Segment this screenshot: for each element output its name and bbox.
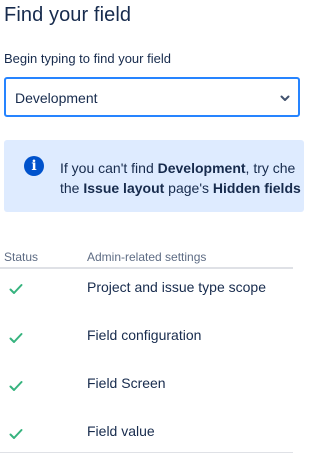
page-title: Find your field: [4, 4, 132, 26]
check-icon: [9, 333, 23, 343]
table-row: Field configuration: [0, 318, 293, 366]
table-header: Status Admin-related settings: [0, 248, 293, 269]
header-admin-settings: Admin-related settings: [87, 250, 207, 264]
banner-line-1: If you can't find Development, try che: [60, 160, 296, 176]
table-row: Field Screen: [0, 366, 293, 414]
check-icon: [9, 284, 23, 294]
field-name-emphasis: Development: [157, 160, 246, 176]
field-select[interactable]: Development: [4, 77, 300, 117]
check-icon: [9, 381, 23, 391]
banner-message: If you can't find Development, try che t…: [60, 158, 304, 198]
find-field-panel: Find your field Begin typing to find you…: [0, 0, 304, 466]
header-status: Status: [4, 250, 39, 264]
info-banner: i If you can't find Development, try che…: [4, 140, 304, 212]
chevron-down-icon: [280, 95, 290, 101]
hidden-fields-link[interactable]: Hidden fields: [213, 180, 301, 196]
search-label: Begin typing to find your field: [4, 51, 171, 66]
table-row: Field value: [0, 414, 293, 462]
field-select-value: Development: [15, 90, 98, 106]
check-icon: [9, 429, 23, 439]
table-bottom-divider: [0, 452, 293, 453]
banner-line-2: the Issue layout page's Hidden fields: [60, 180, 301, 196]
row-label: Field configuration: [87, 327, 202, 343]
row-label: Field value: [87, 423, 155, 439]
issue-layout-link[interactable]: Issue layout: [83, 180, 164, 196]
table-row: Project and issue type scope: [0, 270, 293, 318]
row-label: Field Screen: [87, 375, 166, 391]
row-label: Project and issue type scope: [87, 279, 266, 295]
info-icon: i: [24, 156, 44, 176]
